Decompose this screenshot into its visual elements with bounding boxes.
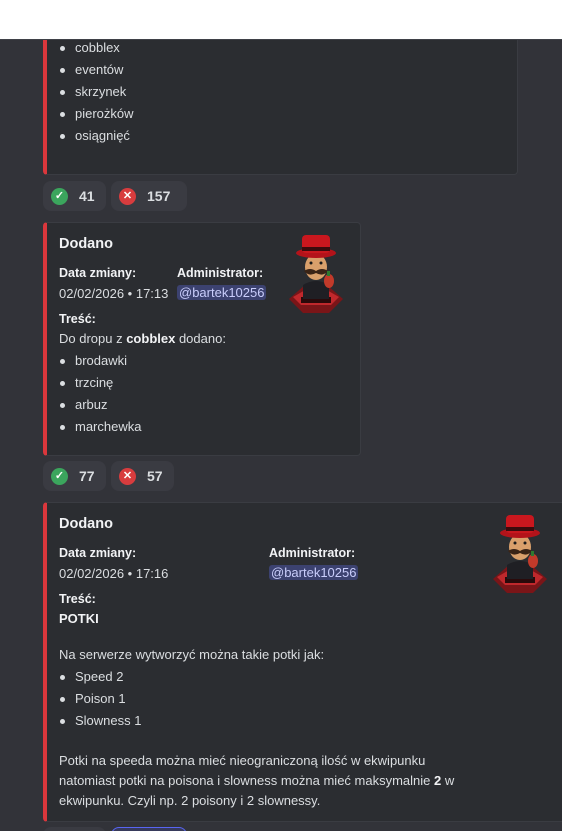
list-item: trzcinę [59,372,141,394]
date-label: Data zmiany: [59,266,137,280]
date-value: 02/02/2026 • 17:16 [59,566,169,581]
list-item: Poison 1 [59,688,141,710]
check-icon: ✓ [51,187,68,205]
date-label: Data zmiany: [59,546,137,560]
heading-bold: POTKI [59,611,99,626]
embed-title: Dodano [59,236,113,252]
intro-bold: cobblex [126,331,176,346]
list-item: Slowness 1 [59,710,141,732]
content-intro: Na serwerze wytworzyć można takie potki … [59,647,325,662]
changelog-embed-1: cobblex eventów skrzynek pierożków osiąg… [43,40,518,175]
list-item: cobblex [59,40,134,59]
reaction-selected[interactable] [111,827,187,831]
embed-title: Dodano [59,516,113,532]
reaction-check[interactable] [43,827,106,831]
list-item: osiągnięć [59,125,134,147]
para-prefix: natomiast potki na poisona i slowness mo… [59,773,435,788]
embed-1-list: cobblex eventów skrzynek pierożków osiąg… [59,40,134,147]
cross-icon: ✕ [119,187,136,205]
list-item: marchewka [59,416,141,438]
reaction-count: 57 [147,468,163,484]
content-intro: Do dropu z cobblex dodano: [59,329,226,349]
message-area: cobblex eventów skrzynek pierożków osiąg… [0,39,562,831]
admin-field: @bartek10256 [269,565,359,580]
paragraph-line: natomiast potki na poisona i slowness mo… [59,771,479,791]
embed-2-list: brodawki trzcinę arbuz marchewka [59,350,141,438]
reaction-check[interactable]: ✓ 77 [43,461,106,491]
reaction-cross[interactable]: ✕ 57 [111,461,174,491]
list-item: pierożków [59,103,134,125]
paragraph-line: ekwipunku. Czyli np. 2 poisony i 2 slown… [59,793,321,808]
reaction-count: 41 [79,188,95,204]
cross-icon: ✕ [119,467,136,485]
changelog-embed-2: Dodano Data zmiany: 02/02/2026 • 17:13 A… [43,222,361,456]
content-label: Treść: [59,592,96,606]
intro-suffix: dodano: [175,331,226,346]
reaction-count: 157 [147,188,171,204]
reaction-count: 77 [79,468,95,484]
para-suffix: w [441,773,455,788]
paragraph-line: Potki na speeda można mieć nieograniczon… [59,753,426,768]
reaction-check[interactable]: ✓ 41 [43,181,106,211]
list-item: Speed 2 [59,666,141,688]
list-item: eventów [59,59,134,81]
mustache-man-avatar-icon[interactable] [487,513,553,595]
list-item: brodawki [59,350,141,372]
list-item: arbuz [59,394,141,416]
top-bar [0,0,562,39]
embed-3-list: Speed 2 Poison 1 Slowness 1 [59,666,141,732]
content-heading: POTKI [59,609,99,629]
list-item: skrzynek [59,81,134,103]
admin-label: Administrator: [177,266,264,280]
changelog-embed-3: Dodano Data zmiany: 02/02/2026 • 17:16 A… [43,502,562,822]
reaction-cross[interactable]: ✕ 157 [111,181,187,211]
content-label: Treść: [59,312,96,326]
admin-label: Administrator: [269,546,356,560]
admin-mention[interactable]: @bartek10256 [269,565,359,580]
admin-mention[interactable]: @bartek10256 [177,285,267,300]
check-icon: ✓ [51,467,68,485]
mustache-man-avatar-icon[interactable] [283,233,349,315]
date-value: 02/02/2026 • 17:13 [59,286,169,301]
admin-field: @bartek10256 [177,285,267,300]
content-paragraph: Potki na speeda można mieć nieograniczon… [59,751,479,811]
intro-prefix: Do dropu z [59,331,127,346]
